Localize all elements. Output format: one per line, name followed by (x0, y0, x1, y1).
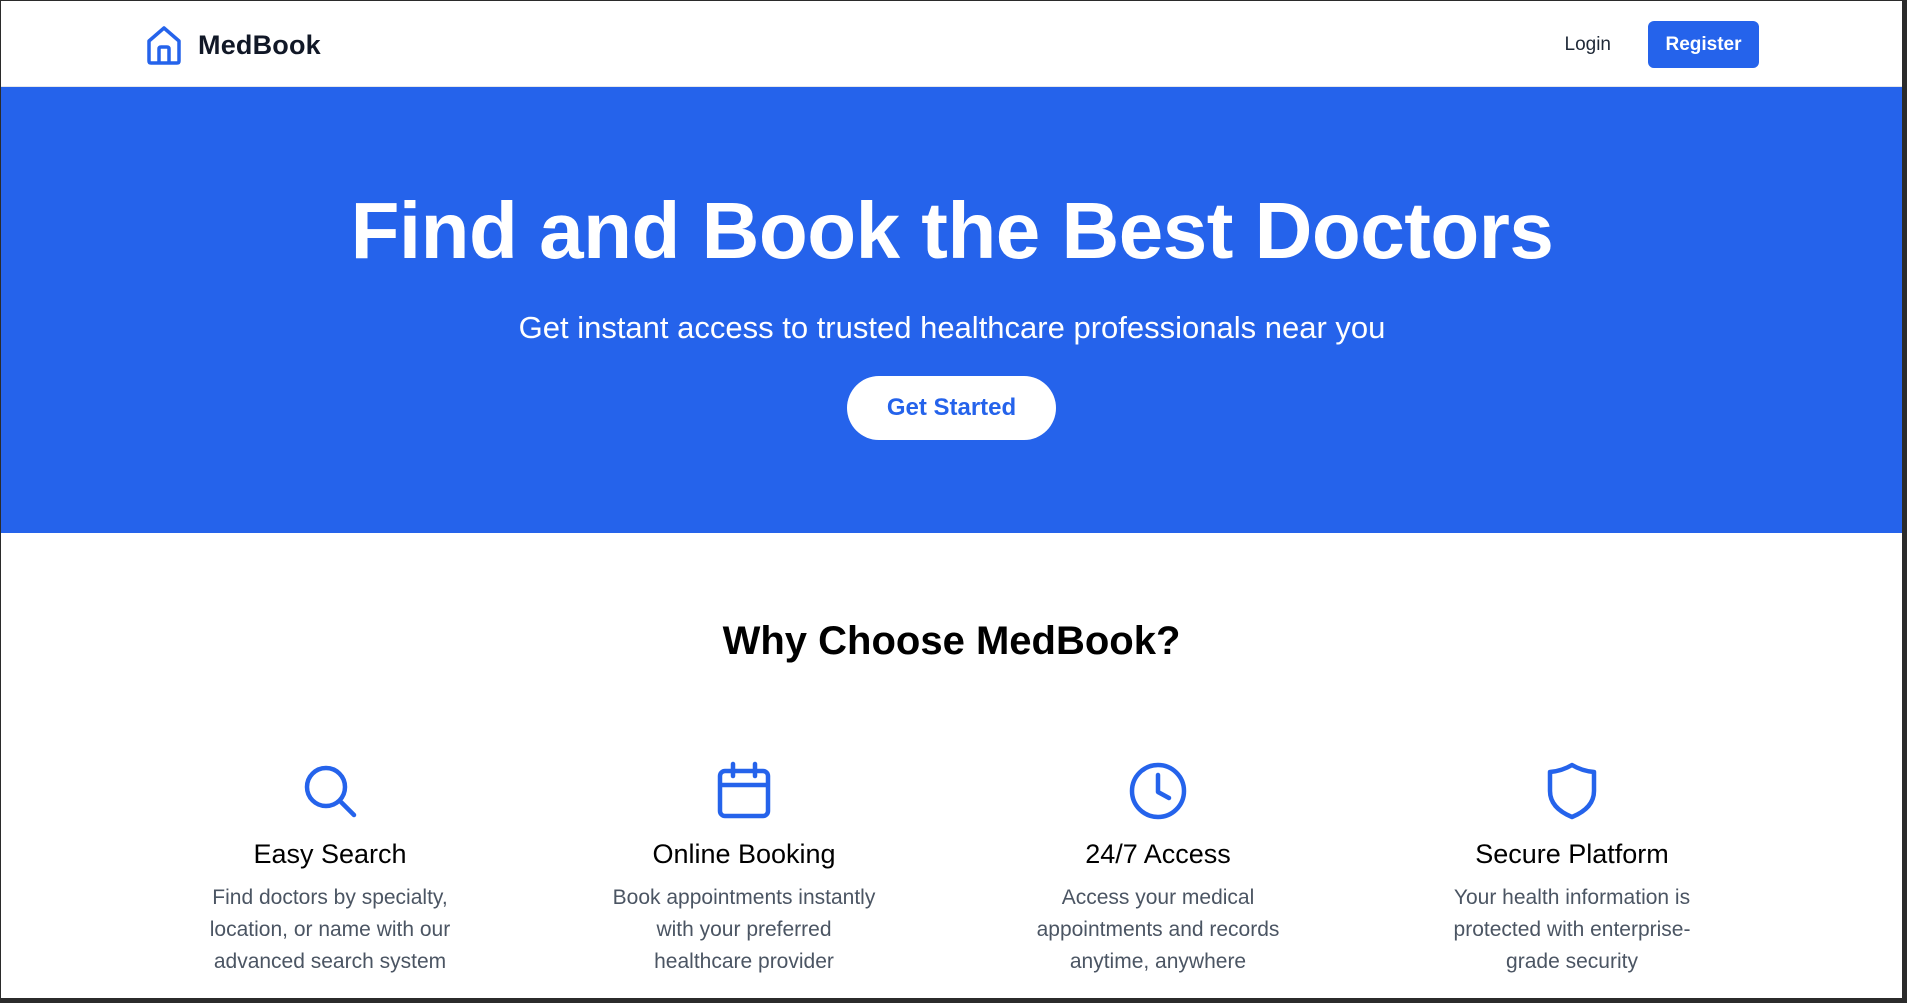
header-nav: Login Register (1565, 21, 1759, 68)
feature-title: Secure Platform (1475, 839, 1669, 869)
feature-easy-search: Easy Search Find doctors by specialty, l… (180, 761, 480, 978)
window-edge-right (1902, 0, 1907, 1003)
feature-title: 24/7 Access (1085, 839, 1231, 869)
shield-icon (1547, 762, 1597, 820)
features-title: Why Choose MedBook? (722, 619, 1181, 663)
home-icon (147, 26, 181, 65)
feature-secure-platform: Secure Platform Your health information … (1422, 761, 1722, 978)
feature-description: Book appointments instantly with your pr… (612, 886, 876, 974)
get-started-button[interactable]: Get Started (847, 376, 1056, 440)
clock-icon (1129, 762, 1187, 820)
brand-name: MedBook (198, 29, 321, 60)
feature-title: Online Booking (652, 839, 836, 869)
login-link[interactable]: Login (1565, 28, 1612, 62)
page: MedBook Login Register Find and Book the… (0, 0, 1902, 998)
site-header: MedBook Login Register (1, 1, 1902, 87)
hero-title: Find and Book the Best Doctors (350, 186, 1554, 275)
register-button[interactable]: Register (1648, 21, 1759, 68)
feature-title: Easy Search (253, 839, 407, 869)
feature-description: Your health information is protected wit… (1453, 886, 1691, 974)
hero-subtitle: Get instant access to trusted healthcare… (518, 310, 1386, 345)
search-icon (304, 765, 357, 818)
hero-section: Find and Book the Best Doctors Get insta… (1, 87, 1902, 533)
feature-online-booking: Online Booking Book appointments instant… (594, 761, 894, 978)
feature-24-7-access: 24/7 Access Access your medical appointm… (1008, 761, 1308, 978)
calendar-icon (717, 761, 771, 819)
brand-logo-link[interactable]: MedBook (144, 23, 321, 67)
feature-description: Find doctors by specialty, location, or … (209, 886, 451, 974)
window-edge-bottom (0, 998, 1907, 1003)
feature-description: Access your medical appointments and rec… (1036, 886, 1280, 974)
